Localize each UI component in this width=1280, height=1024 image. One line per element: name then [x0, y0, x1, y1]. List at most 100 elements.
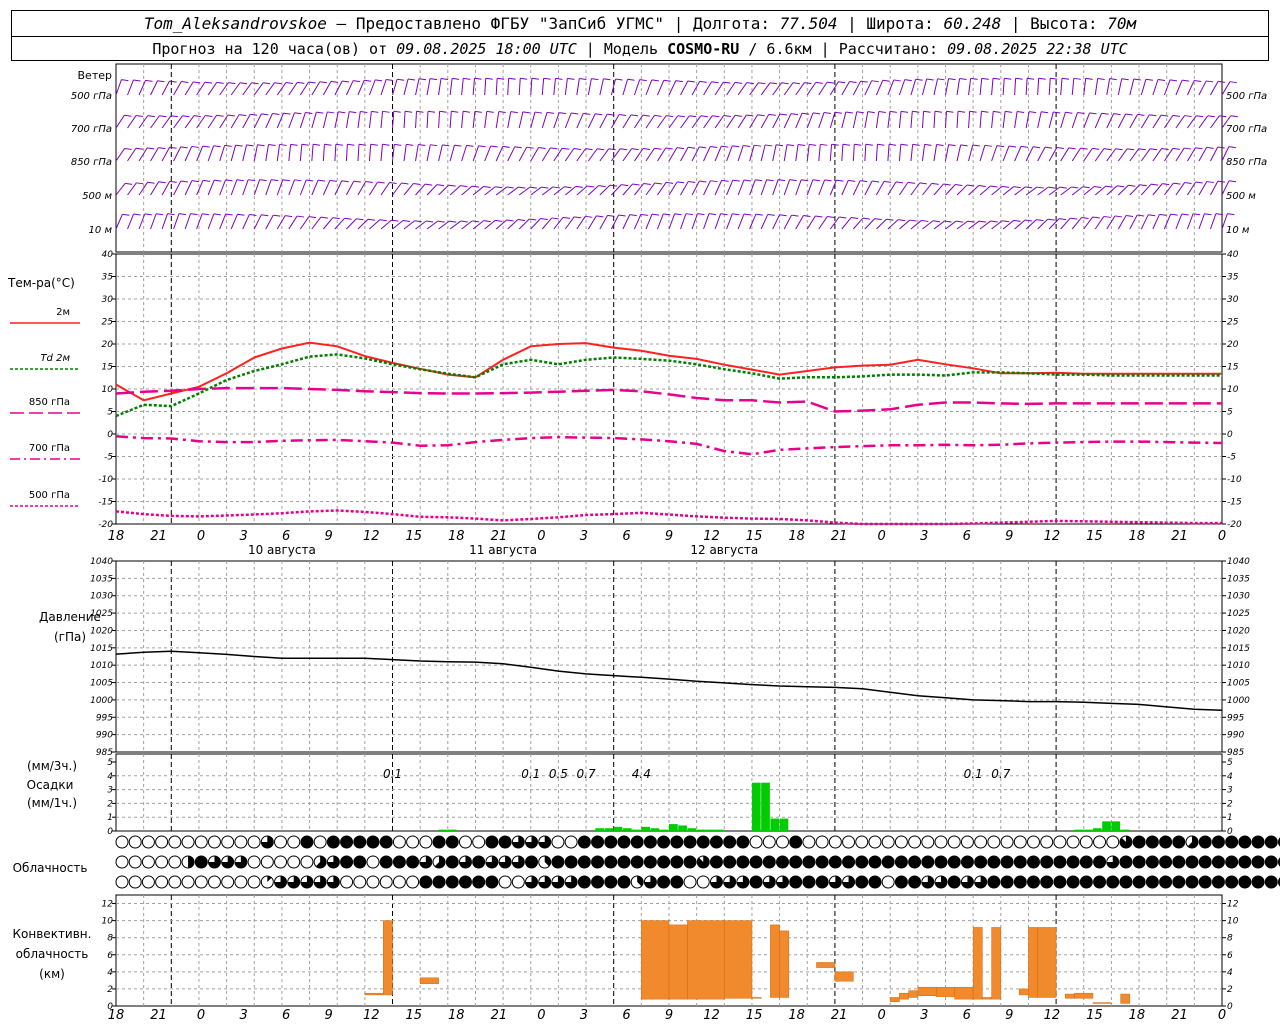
- cloud-cover-symbol: [577, 855, 591, 869]
- cloud-cover-symbol: [525, 855, 539, 869]
- wind-barb-feather: [216, 114, 224, 117]
- wind-barb-feather: [442, 144, 450, 147]
- wind-barb-feather: [932, 220, 941, 223]
- wind-barb-feather: [1219, 115, 1227, 118]
- wind-barb-feather: [437, 220, 445, 223]
- cloud-fill: [188, 856, 195, 868]
- wind-barb-feather: [1184, 182, 1192, 185]
- cloud-cover-symbol: [696, 875, 710, 889]
- cloud-cover-symbol: [1225, 855, 1239, 869]
- cloud-cover-symbol: [1079, 835, 1093, 849]
- wind-barb: [265, 179, 279, 196]
- wind-barb-feather: [478, 145, 486, 148]
- cloud-cover-symbol: [458, 875, 472, 889]
- wind-barb-shaft: [127, 213, 135, 230]
- wind-barb: [449, 185, 468, 196]
- wind-barb: [253, 214, 269, 230]
- cloud-cover-symbol: [1264, 875, 1278, 889]
- wind-barb-shaft: [357, 218, 369, 230]
- cloud-cover-symbol: [776, 835, 789, 849]
- wind-barb-shaft: [288, 144, 292, 162]
- wind-barb-shaft: [818, 179, 826, 196]
- wind-barb-shaft: [161, 181, 171, 196]
- temp-hour-label: 0: [878, 529, 886, 544]
- wind-barb-feather: [1008, 145, 1017, 148]
- cloud-cover-symbol: [221, 855, 235, 869]
- wind-barb-feather: [559, 112, 567, 115]
- wind-barb-shaft: [841, 217, 852, 230]
- temp-tick-label-left: -15: [98, 498, 113, 508]
- temp-hour-label: 21: [150, 529, 167, 544]
- cloud-circle: [1159, 835, 1173, 849]
- wind-barb-shaft: [311, 179, 319, 196]
- cloud-circle: [207, 875, 221, 889]
- cloud-circle: [1040, 835, 1054, 849]
- cloud-cover-symbol: [736, 835, 750, 849]
- cloud-circle: [1198, 835, 1212, 849]
- temp-tick-label-right: 40: [1227, 250, 1239, 260]
- conv-hour-label: 0: [878, 1008, 886, 1023]
- cloud-cover-symbol: [1079, 855, 1093, 869]
- cloud-circle: [326, 835, 340, 849]
- cloud-cover-symbol: [987, 875, 1001, 889]
- pres-tick-label-right: 990: [1227, 731, 1244, 741]
- wind-barb: [1014, 77, 1023, 96]
- wind-barb: [392, 78, 405, 96]
- wind-barb-shaft: [749, 82, 759, 96]
- wind-barb: [1198, 213, 1212, 230]
- cloud-circle: [1026, 855, 1040, 869]
- cloud-circle: [868, 875, 882, 889]
- wind-barb-shaft: [438, 144, 443, 162]
- cloud-circle: [445, 835, 459, 849]
- wind-barb-feather: [250, 113, 258, 116]
- cloud-circle: [762, 855, 776, 869]
- cloud-cover-symbol: [723, 835, 737, 849]
- wind-barb-feather: [506, 186, 514, 189]
- wind-barb-feather: [642, 148, 651, 151]
- wind-barb-feather: [283, 112, 291, 115]
- wind-barb-shaft: [1037, 146, 1046, 162]
- wind-barb-feather: [1230, 115, 1238, 118]
- temp-hour-label: 9: [1005, 529, 1013, 544]
- wind-barb-feather: [732, 179, 740, 182]
- cloud-circle: [815, 855, 829, 869]
- wind-barb: [438, 110, 447, 129]
- wind-barb-feather: [615, 78, 623, 81]
- wind-barb-shaft: [253, 214, 262, 230]
- cloud-cover-symbol: [591, 835, 605, 849]
- wind-barb-feather: [1103, 148, 1112, 151]
- wind-barb: [898, 110, 909, 129]
- wind-barb: [403, 143, 414, 162]
- wind-barb-feather: [710, 180, 718, 183]
- wind-barb: [127, 79, 141, 96]
- temp-tick-label-right: -10: [1227, 475, 1242, 485]
- pres-tick-label-right: 1000: [1227, 696, 1250, 706]
- wind-barb-shaft: [345, 111, 350, 129]
- conv-tick-label-right: 8: [1227, 934, 1233, 944]
- wind-barb-feather: [319, 81, 327, 84]
- convective-bar: [991, 927, 1002, 1000]
- wind-barb-feather: [1020, 145, 1029, 148]
- cloud-circle: [1132, 855, 1146, 869]
- cloud-cover-symbol: [115, 855, 129, 869]
- precip-3h-total: 0.7: [577, 767, 596, 781]
- wind-barb-feather: [1196, 115, 1204, 118]
- cloud-cover-symbol: [432, 855, 446, 869]
- wind-barb: [933, 183, 951, 196]
- cloud-circle: [1159, 855, 1173, 869]
- wind-barb-feather: [1204, 213, 1212, 216]
- wind-barb-feather: [122, 213, 130, 216]
- wind-barb-shaft: [357, 111, 361, 129]
- wind-barb-feather: [360, 110, 368, 113]
- wind-barb: [1071, 186, 1090, 196]
- wind-barb: [921, 78, 934, 96]
- cloud-cover-symbol: [1211, 835, 1225, 849]
- wind-barb-shaft: [760, 144, 766, 162]
- wind-barb-shaft: [1071, 78, 1075, 96]
- wind-barb-shaft: [150, 147, 159, 162]
- cloud-cover-symbol: [432, 835, 446, 849]
- precip-bar: [641, 826, 651, 831]
- wind-barb-shaft: [207, 213, 215, 230]
- wind-barb-feather: [607, 214, 615, 217]
- wind-barb-feather: [845, 111, 853, 114]
